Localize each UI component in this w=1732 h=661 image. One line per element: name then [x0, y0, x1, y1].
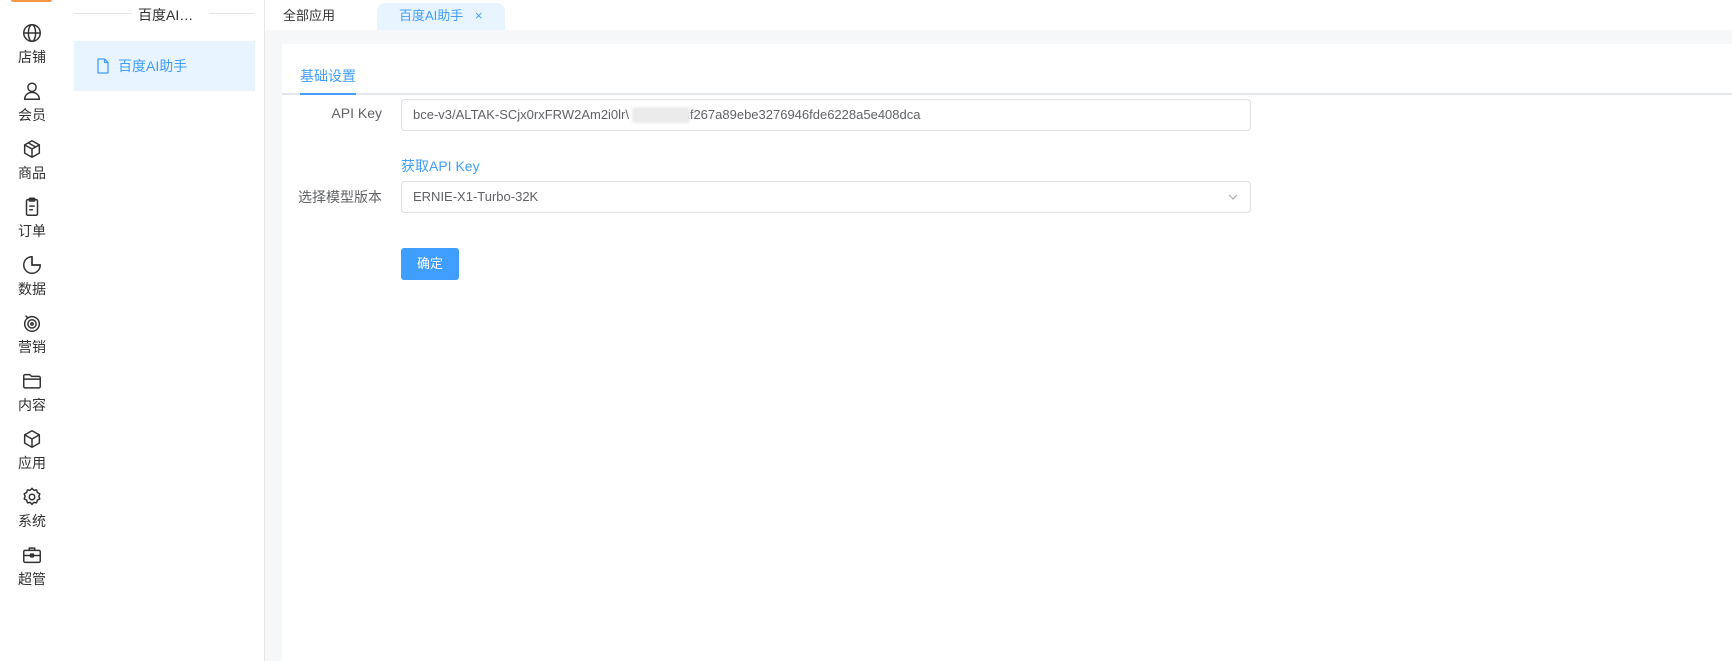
nav-item-products[interactable]: 商品 [0, 138, 64, 202]
brand-bar [11, 0, 52, 2]
main-nav-rail: 店铺 会员 商品 订单 数据 营销 内容 应用 系统 超管 [0, 0, 64, 661]
gear-icon [23, 487, 41, 506]
tab-all-apps[interactable]: 全部应用 [265, 3, 353, 30]
sub-menu: 百度AI助手 百度AI助手 [64, 0, 265, 661]
tab-basic-settings[interactable]: 基础设置 [300, 66, 356, 95]
nav-item-label: 商品 [18, 165, 46, 181]
nav-item-data[interactable]: 数据 [0, 254, 64, 318]
model-version-label: 选择模型版本 [298, 189, 382, 205]
model-version-value: ERNIE-X1-Turbo-32K [413, 189, 539, 204]
confirm-button[interactable]: 确定 [401, 248, 459, 280]
pie-chart-icon [23, 256, 41, 274]
nav-item-label: 内容 [18, 397, 46, 413]
tab-label: 全部应用 [283, 8, 336, 23]
nav-item-store[interactable]: 店铺 [0, 22, 64, 86]
page-tabs: 全部应用 百度AI助手 × [265, 0, 1732, 30]
app-root: 店铺 会员 商品 订单 数据 营销 内容 应用 系统 超管 百度AI助手 百度A… [0, 0, 1732, 661]
nav-item-label: 应用 [18, 455, 46, 471]
divider [74, 13, 132, 14]
sub-menu-item-baidu-ai[interactable]: 百度AI助手 [74, 41, 255, 91]
box-icon [23, 140, 41, 158]
document-icon [97, 58, 109, 74]
nav-item-members[interactable]: 会员 [0, 80, 64, 144]
tab-label: 百度AI助手 [399, 8, 464, 23]
nav-item-label: 超管 [18, 571, 46, 587]
api-key-label: API Key [331, 105, 382, 121]
model-version-select[interactable]: ERNIE-X1-Turbo-32K [401, 181, 1251, 213]
tab-baidu-ai-assistant[interactable]: 百度AI助手 × [377, 3, 505, 30]
nav-item-label: 会员 [18, 107, 46, 123]
divider [209, 13, 254, 14]
nav-item-orders[interactable]: 订单 [0, 196, 64, 260]
target-icon [23, 315, 41, 332]
nav-item-marketing[interactable]: 营销 [0, 312, 64, 376]
sub-menu-title: 百度AI助手 [138, 7, 204, 23]
folder-icon [23, 373, 41, 389]
get-api-key-link[interactable]: 获取API Key [401, 156, 480, 176]
panel-tabs: 基础设置 [282, 44, 1732, 95]
nav-item-label: 订单 [18, 223, 46, 239]
nav-item-apps[interactable]: 应用 [0, 428, 64, 492]
nav-item-content[interactable]: 内容 [0, 370, 64, 434]
settings-panel: 基础设置 API Key bce-v3/ALTAK-SCjx0rxFRW2Am2… [282, 44, 1732, 661]
active-tab-indicator [300, 93, 356, 95]
chevron-down-icon [1228, 194, 1238, 200]
package-icon [23, 430, 41, 448]
briefcase-icon [23, 547, 41, 564]
nav-item-label: 数据 [18, 281, 46, 297]
close-icon[interactable]: × [475, 8, 483, 23]
api-key-input[interactable]: bce-v3/ALTAK-SCjx0rxFRW2Am2i0lr\ faf267a8… [401, 99, 1251, 131]
nav-item-superadmin[interactable]: 超管 [0, 544, 64, 608]
api-key-value-head: bce-v3/ALTAK-SCjx0rxFRW2Am2i0lr\ [413, 107, 629, 122]
clipboard-icon [25, 197, 39, 216]
sub-menu-item-label: 百度AI助手 [118, 58, 188, 74]
sub-menu-header: 百度AI助手 [64, 0, 264, 28]
api-key-value-tail: faf267a89ebe3276946fde6228a5e408dca [679, 107, 921, 122]
nav-item-system[interactable]: 系统 [0, 486, 64, 550]
user-icon [23, 82, 41, 100]
nav-item-label: 店铺 [18, 49, 46, 65]
globe-icon [23, 24, 41, 42]
redaction-mask [632, 107, 690, 123]
nav-item-label: 系统 [18, 513, 46, 529]
nav-item-label: 营销 [18, 339, 46, 355]
